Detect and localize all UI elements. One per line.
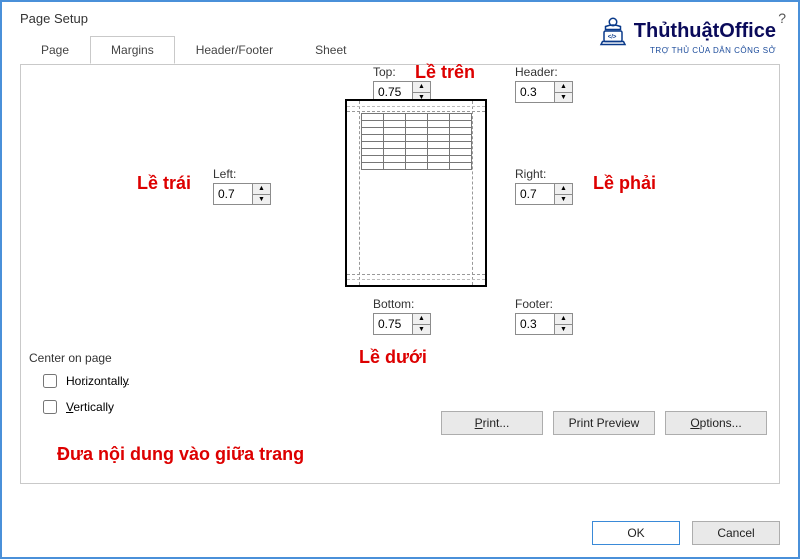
field-header: Header: ▲▼ <box>515 65 573 103</box>
preview-grid-icon <box>361 113 471 173</box>
label-top: Top: <box>373 65 431 79</box>
tab-headerfooter[interactable]: Header/Footer <box>175 36 294 64</box>
spin-right[interactable]: ▲▼ <box>515 183 573 205</box>
logo-text: ThủthuậtOffice <box>634 20 776 43</box>
spin-left[interactable]: ▲▼ <box>213 183 271 205</box>
page-preview <box>345 99 487 287</box>
checkbox-vertically-input[interactable] <box>43 400 57 414</box>
input-bottom[interactable] <box>374 314 412 334</box>
spin-bottom[interactable]: ▲▼ <box>373 313 431 335</box>
center-on-page-group: Center on page Horizontally Vertically <box>25 351 143 419</box>
cancel-button[interactable]: Cancel <box>692 521 780 545</box>
print-preview-button[interactable]: Print Preview <box>553 411 655 435</box>
input-left[interactable] <box>214 184 252 204</box>
field-right: Right: ▲▼ <box>515 167 573 205</box>
laptop-person-icon: </> <box>598 16 628 46</box>
label-left: Left: <box>213 167 271 181</box>
label-header: Header: <box>515 65 573 79</box>
options-button[interactable]: Options... <box>665 411 767 435</box>
field-left: Left: ▲▼ <box>213 167 271 205</box>
field-footer: Footer: ▲▼ <box>515 297 573 335</box>
spin-up-icon[interactable]: ▲ <box>555 184 572 195</box>
spin-down-icon[interactable]: ▼ <box>555 93 572 103</box>
tab-sheet[interactable]: Sheet <box>294 36 367 64</box>
annotation-center: Đưa nội dung vào giữa trang <box>57 444 304 465</box>
annotation-bottom: Lề dưới <box>359 347 427 368</box>
spin-up-icon[interactable]: ▲ <box>413 314 430 325</box>
spin-up-icon[interactable]: ▲ <box>413 82 430 93</box>
margins-panel: Lề trên Lề trái Lề phải Lề dưới Top: ▲▼ … <box>20 64 780 484</box>
spin-up-icon[interactable]: ▲ <box>253 184 270 195</box>
watermark-logo: </> ThủthuậtOffice TRỢ THỦ CỦA DÂN CÔNG … <box>598 16 776 55</box>
label-footer: Footer: <box>515 297 573 311</box>
spin-up-icon[interactable]: ▲ <box>555 314 572 325</box>
dialog-footer: OK Cancel <box>592 521 780 545</box>
tab-margins[interactable]: Margins <box>90 36 175 64</box>
checkbox-horizontally[interactable]: Horizontally <box>39 371 129 391</box>
spin-down-icon[interactable]: ▼ <box>555 325 572 335</box>
window-title: Page Setup <box>20 11 88 26</box>
spin-down-icon[interactable]: ▼ <box>413 325 430 335</box>
label-vertically: Vertically <box>66 400 114 414</box>
help-icon[interactable]: ? <box>778 10 786 26</box>
center-legend: Center on page <box>25 351 116 365</box>
spin-header[interactable]: ▲▼ <box>515 81 573 103</box>
label-horizontally: Horizontally <box>66 374 129 388</box>
field-bottom: Bottom: ▲▼ <box>373 297 431 335</box>
panel-buttons: Print... Print Preview Options... <box>441 411 767 435</box>
input-header[interactable] <box>516 82 554 102</box>
annotation-left: Lề trái <box>137 173 191 194</box>
print-button[interactable]: Print... <box>441 411 543 435</box>
annotation-right: Lề phải <box>593 173 656 194</box>
input-footer[interactable] <box>516 314 554 334</box>
spin-down-icon[interactable]: ▼ <box>253 195 270 205</box>
input-right[interactable] <box>516 184 554 204</box>
label-bottom: Bottom: <box>373 297 431 311</box>
ok-button[interactable]: OK <box>592 521 680 545</box>
spin-footer[interactable]: ▲▼ <box>515 313 573 335</box>
svg-text:</>: </> <box>608 35 617 41</box>
field-top: Top: ▲▼ <box>373 65 431 103</box>
label-right: Right: <box>515 167 573 181</box>
logo-tagline: TRỢ THỦ CỦA DÂN CÔNG SỞ <box>598 46 776 55</box>
checkbox-horizontally-input[interactable] <box>43 374 57 388</box>
tab-page[interactable]: Page <box>20 36 90 64</box>
spin-up-icon[interactable]: ▲ <box>555 82 572 93</box>
spin-down-icon[interactable]: ▼ <box>555 195 572 205</box>
checkbox-vertically[interactable]: Vertically <box>39 397 129 417</box>
